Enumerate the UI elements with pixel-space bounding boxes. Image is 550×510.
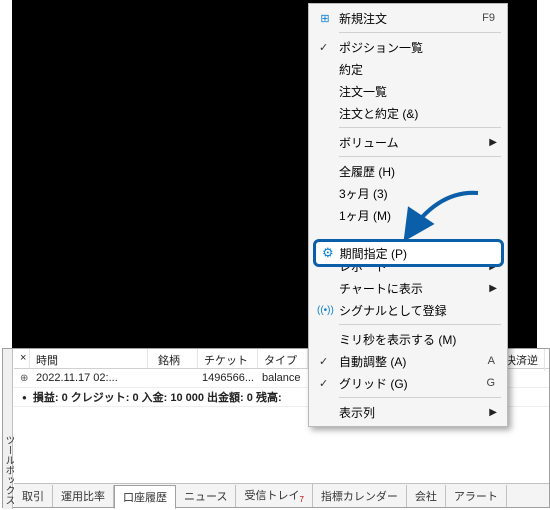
menu-columns[interactable]: 表示列 ▶ — [311, 401, 505, 423]
menu-signal-label: シグナルとして登録 — [339, 302, 447, 319]
menu-orders-fills-label: 注文と約定 (&) — [339, 105, 418, 122]
menu-3months-label: 3ヶ月 (3) — [339, 185, 388, 202]
menu-period-label: 期間指定 (P) — [340, 245, 407, 262]
tab-company[interactable]: 会社 — [407, 485, 446, 507]
bottom-tabs: 取引 運用比率 口座履歴 ニュース 受信トレイ7 指標カレンダー 会社 アラート — [14, 483, 549, 507]
menu-positions-label: ポジション一覧 — [339, 39, 423, 56]
menu-new-order-label: 新規注文 — [339, 10, 387, 27]
menu-orders-label: 注文一覧 — [339, 83, 387, 100]
menu-grid-key: G — [486, 377, 495, 389]
vertical-tab[interactable]: ツールボックス — [3, 349, 13, 509]
menu-orders-fills[interactable]: 注文と約定 (&) — [311, 102, 505, 124]
tab-mailbox[interactable]: 受信トレイ7 — [236, 484, 312, 507]
menu-period-highlighted[interactable]: ⚙ 期間指定 (P) — [315, 242, 501, 264]
tab-calendar[interactable]: 指標カレンダー — [313, 485, 407, 507]
menu-grid-label: グリッド (G) — [339, 375, 408, 392]
submenu-arrow-icon: ▶ — [489, 137, 497, 148]
menu-all-history[interactable]: 全履歴 (H) — [311, 160, 505, 182]
menu-1month[interactable]: 1ヶ月 (M) — [311, 204, 505, 226]
tab-exposure[interactable]: 運用比率 — [53, 485, 114, 507]
menu-new-order[interactable]: ⊞ 新規注文 F9 — [311, 7, 505, 29]
tab-news[interactable]: ニュース — [176, 485, 236, 507]
col-time[interactable]: 時間 — [30, 349, 148, 368]
menu-volume-label: ボリューム — [339, 134, 399, 151]
menu-orders[interactable]: 注文一覧 — [311, 80, 505, 102]
menu-new-order-key: F9 — [482, 12, 495, 24]
menu-columns-label: 表示列 — [339, 404, 375, 421]
bullet-icon: ● — [22, 393, 27, 402]
menu-chart-show-label: チャートに表示 — [339, 280, 423, 297]
menu-auto-key: A — [488, 355, 495, 367]
menu-chart-show[interactable]: チャートに表示 ▶ — [311, 277, 505, 299]
menu-volume[interactable]: ボリューム ▶ — [311, 131, 505, 153]
signal-icon: ((•)) — [317, 305, 333, 316]
separator — [339, 324, 501, 325]
summary-text: 損益: 0 クレジット: 0 入金: 10 000 出金額: 0 残高: — [33, 389, 282, 405]
col-type[interactable]: タイプ — [258, 349, 308, 368]
col-ticket[interactable]: チケット — [198, 349, 258, 368]
submenu-arrow-icon: ▶ — [489, 407, 497, 418]
separator — [339, 32, 501, 33]
menu-auto[interactable]: 自動調整 (A) A — [311, 350, 505, 372]
menu-3months[interactable]: 3ヶ月 (3) — [311, 182, 505, 204]
close-panel-button[interactable]: × — [14, 349, 30, 368]
menu-grid[interactable]: グリッド (G) G — [311, 372, 505, 394]
gear-icon: ⚙ — [322, 245, 334, 261]
menu-ms[interactable]: ミリ秒を表示する (M) — [311, 328, 505, 350]
cell-ticket: 1496566... — [196, 372, 256, 384]
col-symbol[interactable]: 銘柄 — [148, 349, 198, 368]
mailbox-badge: 7 — [299, 495, 303, 504]
menu-ms-label: ミリ秒を表示する (M) — [339, 331, 456, 348]
menu-signal[interactable]: ((•)) シグナルとして登録 — [311, 299, 505, 321]
menu-auto-label: 自動調整 (A) — [339, 353, 406, 370]
submenu-arrow-icon: ▶ — [489, 283, 497, 294]
cell-time: 2022.11.17 02:... — [30, 372, 146, 384]
tab-trade[interactable]: 取引 — [14, 485, 53, 507]
context-menu: ⊞ 新規注文 F9 ポジション一覧 約定 注文一覧 注文と約定 (&) ボリュー… — [308, 3, 508, 427]
separator — [339, 127, 501, 128]
tab-mailbox-label: 受信トレイ — [244, 490, 299, 502]
menu-positions[interactable]: ポジション一覧 — [311, 36, 505, 58]
menu-1month-label: 1ヶ月 (M) — [339, 207, 391, 224]
menu-fills-label: 約定 — [339, 61, 363, 78]
separator — [339, 156, 501, 157]
tab-alerts[interactable]: アラート — [446, 485, 507, 507]
menu-fills[interactable]: 約定 — [311, 58, 505, 80]
cell-type: balance — [256, 372, 307, 384]
menu-all-history-label: 全履歴 (H) — [339, 163, 395, 180]
tab-history[interactable]: 口座履歴 — [114, 485, 176, 509]
separator — [339, 397, 501, 398]
expand-icon[interactable]: ⊕ — [14, 373, 30, 384]
new-order-icon: ⊞ — [317, 12, 333, 25]
